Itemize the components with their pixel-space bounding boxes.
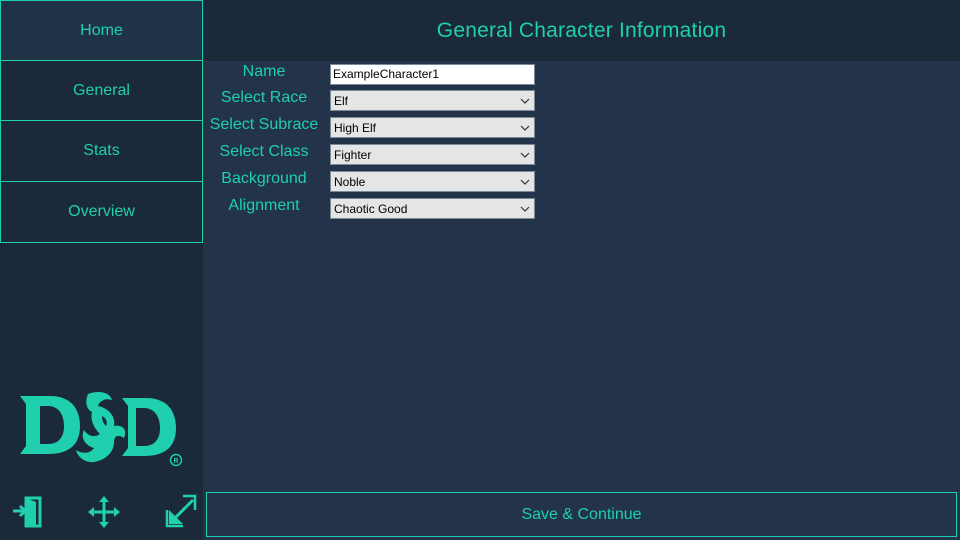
subrace-label: Select Subrace xyxy=(209,116,319,133)
race-select[interactable]: Elf xyxy=(330,90,535,111)
chevron-down-icon xyxy=(516,91,534,110)
chevron-down-icon xyxy=(516,172,534,191)
name-label: Name xyxy=(242,63,286,80)
exit-icon[interactable] xyxy=(10,494,46,530)
move-icon[interactable] xyxy=(86,494,122,530)
header: General Character Information xyxy=(203,0,960,61)
nav-stats-button[interactable]: Stats xyxy=(0,120,203,182)
chevron-down-icon xyxy=(516,118,534,137)
race-label: Select Race xyxy=(220,89,308,106)
class-value: Fighter xyxy=(334,147,372,162)
background-label: Background xyxy=(221,170,307,187)
nav-general-button[interactable]: General xyxy=(0,60,203,121)
name-input[interactable]: ExampleCharacter1 xyxy=(330,64,535,85)
subrace-select[interactable]: High Elf xyxy=(330,117,535,138)
alignment-label: Alignment xyxy=(228,197,300,214)
class-select[interactable]: Fighter xyxy=(330,144,535,165)
chevron-down-icon xyxy=(516,145,534,164)
nav-overview-button[interactable]: Overview xyxy=(0,181,203,243)
alignment-value: Chaotic Good xyxy=(334,201,408,216)
subrace-value: High Elf xyxy=(334,120,377,135)
background-select[interactable]: Noble xyxy=(330,171,535,192)
background-value: Noble xyxy=(334,174,366,189)
race-value: Elf xyxy=(334,93,349,108)
dnd-logo: R xyxy=(20,392,183,467)
alignment-select[interactable]: Chaotic Good xyxy=(330,198,535,219)
sidebar: Home General Stats Overview R xyxy=(0,0,203,540)
chevron-down-icon xyxy=(516,199,534,218)
class-label: Select Class xyxy=(219,143,309,160)
minimize-icon[interactable] xyxy=(163,494,199,530)
page-title: General Character Information xyxy=(436,18,727,42)
svg-text:R: R xyxy=(173,458,178,465)
nav-home-button[interactable]: Home xyxy=(0,0,203,61)
save-continue-button[interactable]: Save & Continue xyxy=(206,492,957,537)
